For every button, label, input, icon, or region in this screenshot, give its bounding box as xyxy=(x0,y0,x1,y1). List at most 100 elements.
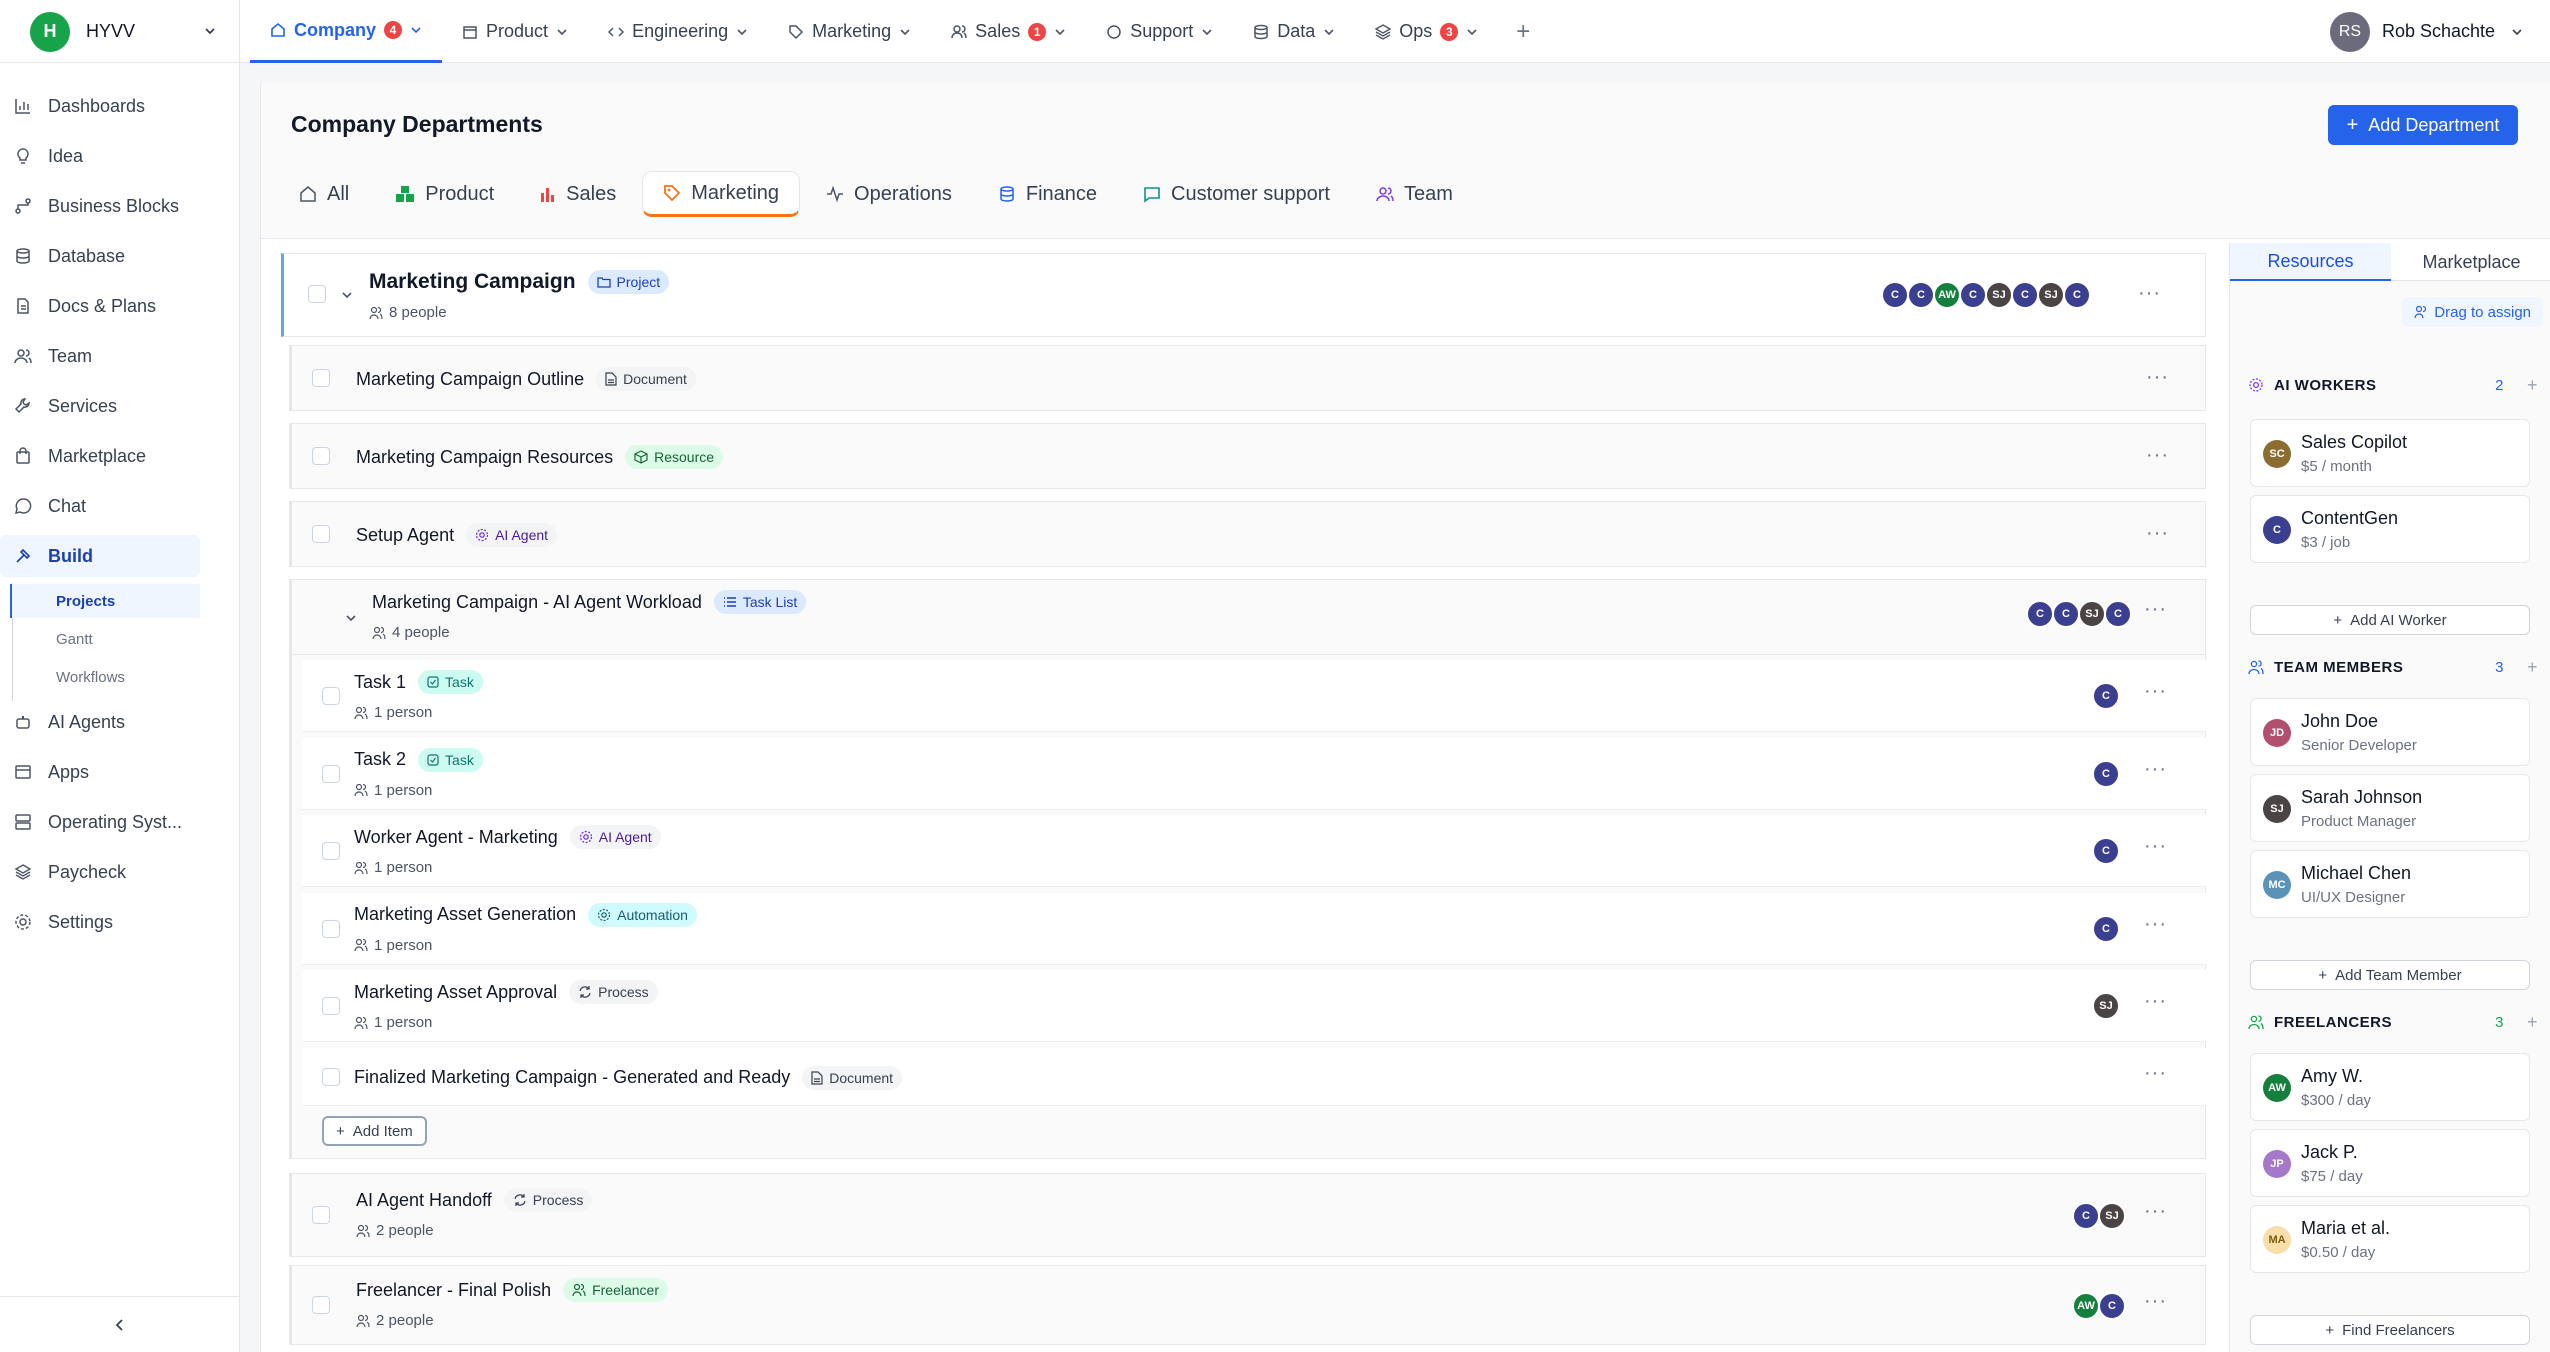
sidebar-item-ai-agents[interactable]: AI Agents xyxy=(0,701,200,743)
tab-all[interactable]: All xyxy=(279,171,369,217)
topnav-data[interactable]: Data xyxy=(1233,0,1355,63)
tab-team[interactable]: Team xyxy=(1356,171,1473,217)
find-freelancers-button[interactable]: + Find Freelancers xyxy=(2250,1315,2530,1345)
drag-to-assign-button[interactable]: Drag to assign xyxy=(2402,297,2543,327)
list-item[interactable]: Freelancer - Final Polish Freelancer 2 pe… xyxy=(289,1265,2206,1345)
sidebar-item-database[interactable]: Database xyxy=(0,235,200,277)
resource-card[interactable]: MA Maria et al. $0.50 / day xyxy=(2250,1205,2530,1273)
chevron-down-icon[interactable] xyxy=(344,611,358,625)
more-options-icon[interactable]: ··· xyxy=(2144,1200,2167,1223)
resource-card[interactable]: C ContentGen $3 / job xyxy=(2250,495,2530,563)
user-menu[interactable]: RS Rob Schachte xyxy=(2330,0,2550,63)
tab-customer-support[interactable]: Customer support xyxy=(1123,171,1350,217)
add-icon[interactable]: + xyxy=(2527,375,2538,396)
topnav-sales[interactable]: Sales 1 xyxy=(931,0,1086,63)
task-row[interactable]: Marketing Asset Generation Automation 1 … xyxy=(302,892,2206,965)
more-options-icon[interactable]: ··· xyxy=(2144,990,2167,1013)
more-options-icon[interactable]: ··· xyxy=(2144,680,2167,703)
sidebar-item-docs-plans[interactable]: Docs & Plans xyxy=(0,285,200,327)
topnav-product[interactable]: Product xyxy=(442,0,588,63)
list-item[interactable]: Marketing Campaign Outline Document ··· xyxy=(289,345,2206,411)
avatar: C xyxy=(1881,281,1909,309)
topnav-company[interactable]: Company 4 xyxy=(250,0,443,63)
tab-resources[interactable]: Resources xyxy=(2230,243,2391,281)
sidebar-item-services[interactable]: Services xyxy=(0,385,200,427)
checkbox[interactable] xyxy=(308,285,326,303)
task-row[interactable]: Marketing Asset Approval Process 1 perso… xyxy=(302,970,2206,1042)
checkbox[interactable] xyxy=(322,919,340,938)
checkbox[interactable] xyxy=(312,369,330,387)
checkbox[interactable] xyxy=(322,764,340,783)
tab-product[interactable]: Product xyxy=(375,171,514,217)
task-row[interactable]: Finalized Marketing Campaign - Generated… xyxy=(302,1047,2206,1106)
more-options-icon[interactable]: ··· xyxy=(2144,913,2167,936)
list-item[interactable]: Marketing Campaign Resources Resource ··· xyxy=(289,423,2206,489)
resource-card[interactable]: AW Amy W. $300 / day xyxy=(2250,1053,2530,1121)
add-item-button[interactable]: + Add Item xyxy=(322,1116,427,1146)
more-options-icon[interactable]: ··· xyxy=(2144,598,2167,621)
sidebar-item-apps[interactable]: Apps xyxy=(0,751,200,793)
avatar: C xyxy=(2104,600,2132,628)
tab-finance[interactable]: Finance xyxy=(978,171,1117,217)
checkbox[interactable] xyxy=(322,842,340,860)
more-options-icon[interactable]: ··· xyxy=(2144,1062,2167,1085)
workspace-switcher[interactable]: H HYVV xyxy=(0,0,240,63)
add-ai-worker-button[interactable]: + Add AI Worker xyxy=(2250,605,2530,635)
sidebar-subitem-projects[interactable]: Projects xyxy=(10,584,200,618)
add-icon[interactable]: + xyxy=(2527,657,2538,678)
add-department-button[interactable]: + Add Department xyxy=(2328,105,2518,145)
chevron-down-icon[interactable] xyxy=(340,288,354,302)
add-team-member-button[interactable]: + Add Team Member xyxy=(2250,960,2530,990)
collapse-sidebar-button[interactable] xyxy=(0,1296,240,1352)
sidebar-item-marketplace[interactable]: Marketplace xyxy=(0,435,200,477)
more-options-icon[interactable]: ··· xyxy=(2144,835,2167,858)
checkbox[interactable] xyxy=(312,1296,330,1314)
more-options-icon[interactable]: ··· xyxy=(2146,522,2169,545)
more-options-icon[interactable]: ··· xyxy=(2144,758,2167,781)
task-row[interactable]: Worker Agent - Marketing AI Agent 1 pers… xyxy=(302,815,2206,887)
topnav-ops[interactable]: Ops 3 xyxy=(1355,0,1498,63)
checkbox[interactable] xyxy=(322,687,340,705)
tab-marketplace[interactable]: Marketplace xyxy=(2391,243,2550,281)
sidebar-subitem-gantt[interactable]: Gantt xyxy=(10,622,200,656)
project-row[interactable]: Marketing Campaign Project 8 people C C AW… xyxy=(281,253,2206,337)
resource-card[interactable]: MC Michael Chen UI/UX Designer xyxy=(2250,850,2530,918)
user-name: Rob Schachte xyxy=(2382,21,2496,41)
more-options-icon[interactable]: ··· xyxy=(2144,1290,2167,1313)
task-row[interactable]: Task 2 Task 1 person C ··· xyxy=(302,737,2206,810)
tab-marketing[interactable]: Marketing xyxy=(642,171,801,217)
tab-operations[interactable]: Operations xyxy=(806,171,972,217)
sidebar-item-build[interactable]: Build xyxy=(0,535,200,577)
sidebar-subitem-workflows[interactable]: Workflows xyxy=(10,660,200,694)
topnav-support[interactable]: Support xyxy=(1086,0,1233,63)
resource-card[interactable]: SJ Sarah Johnson Product Manager xyxy=(2250,774,2530,842)
list-item[interactable]: Setup Agent AI Agent ··· xyxy=(289,501,2206,567)
resource-card[interactable]: SC Sales Copilot $5 / month xyxy=(2250,419,2530,487)
more-options-icon[interactable]: ··· xyxy=(2146,444,2169,467)
resource-card[interactable]: JP Jack P. $75 / day xyxy=(2250,1129,2530,1197)
avatar-stack: C C SJ C xyxy=(2026,600,2132,628)
sidebar-item-settings[interactable]: Settings xyxy=(0,901,200,943)
checkbox[interactable] xyxy=(322,1067,340,1086)
sidebar-item-team[interactable]: Team xyxy=(0,335,200,377)
more-options-icon[interactable]: ··· xyxy=(2138,282,2161,305)
sidebar-item-dashboards[interactable]: Dashboards xyxy=(0,85,200,127)
sidebar-item-chat[interactable]: Chat xyxy=(0,485,200,527)
sidebar-item-paycheck[interactable]: Paycheck xyxy=(0,851,200,893)
topnav-marketing[interactable]: Marketing xyxy=(768,0,931,63)
topnav-engineering[interactable]: Engineering xyxy=(588,0,768,63)
sidebar-item-business-blocks[interactable]: Business Blocks xyxy=(0,185,200,227)
checkbox[interactable] xyxy=(312,525,330,543)
resource-card[interactable]: JD John Doe Senior Developer xyxy=(2250,698,2530,766)
checkbox[interactable] xyxy=(322,997,340,1015)
add-icon[interactable]: + xyxy=(2527,1012,2538,1033)
checkbox[interactable] xyxy=(312,447,330,465)
add-tab-button[interactable]: + xyxy=(1498,0,1548,63)
task-row[interactable]: Task 1 Task 1 person C ··· xyxy=(302,660,2206,732)
tab-sales[interactable]: Sales xyxy=(520,171,636,217)
checkbox[interactable] xyxy=(312,1206,330,1224)
sidebar-item-operating-system[interactable]: Operating Syst... xyxy=(0,801,200,843)
more-options-icon[interactable]: ··· xyxy=(2146,366,2169,389)
list-item[interactable]: AI Agent Handoff Process 2 people C SJ ··· xyxy=(289,1173,2206,1257)
sidebar-item-idea[interactable]: Idea xyxy=(0,135,200,177)
